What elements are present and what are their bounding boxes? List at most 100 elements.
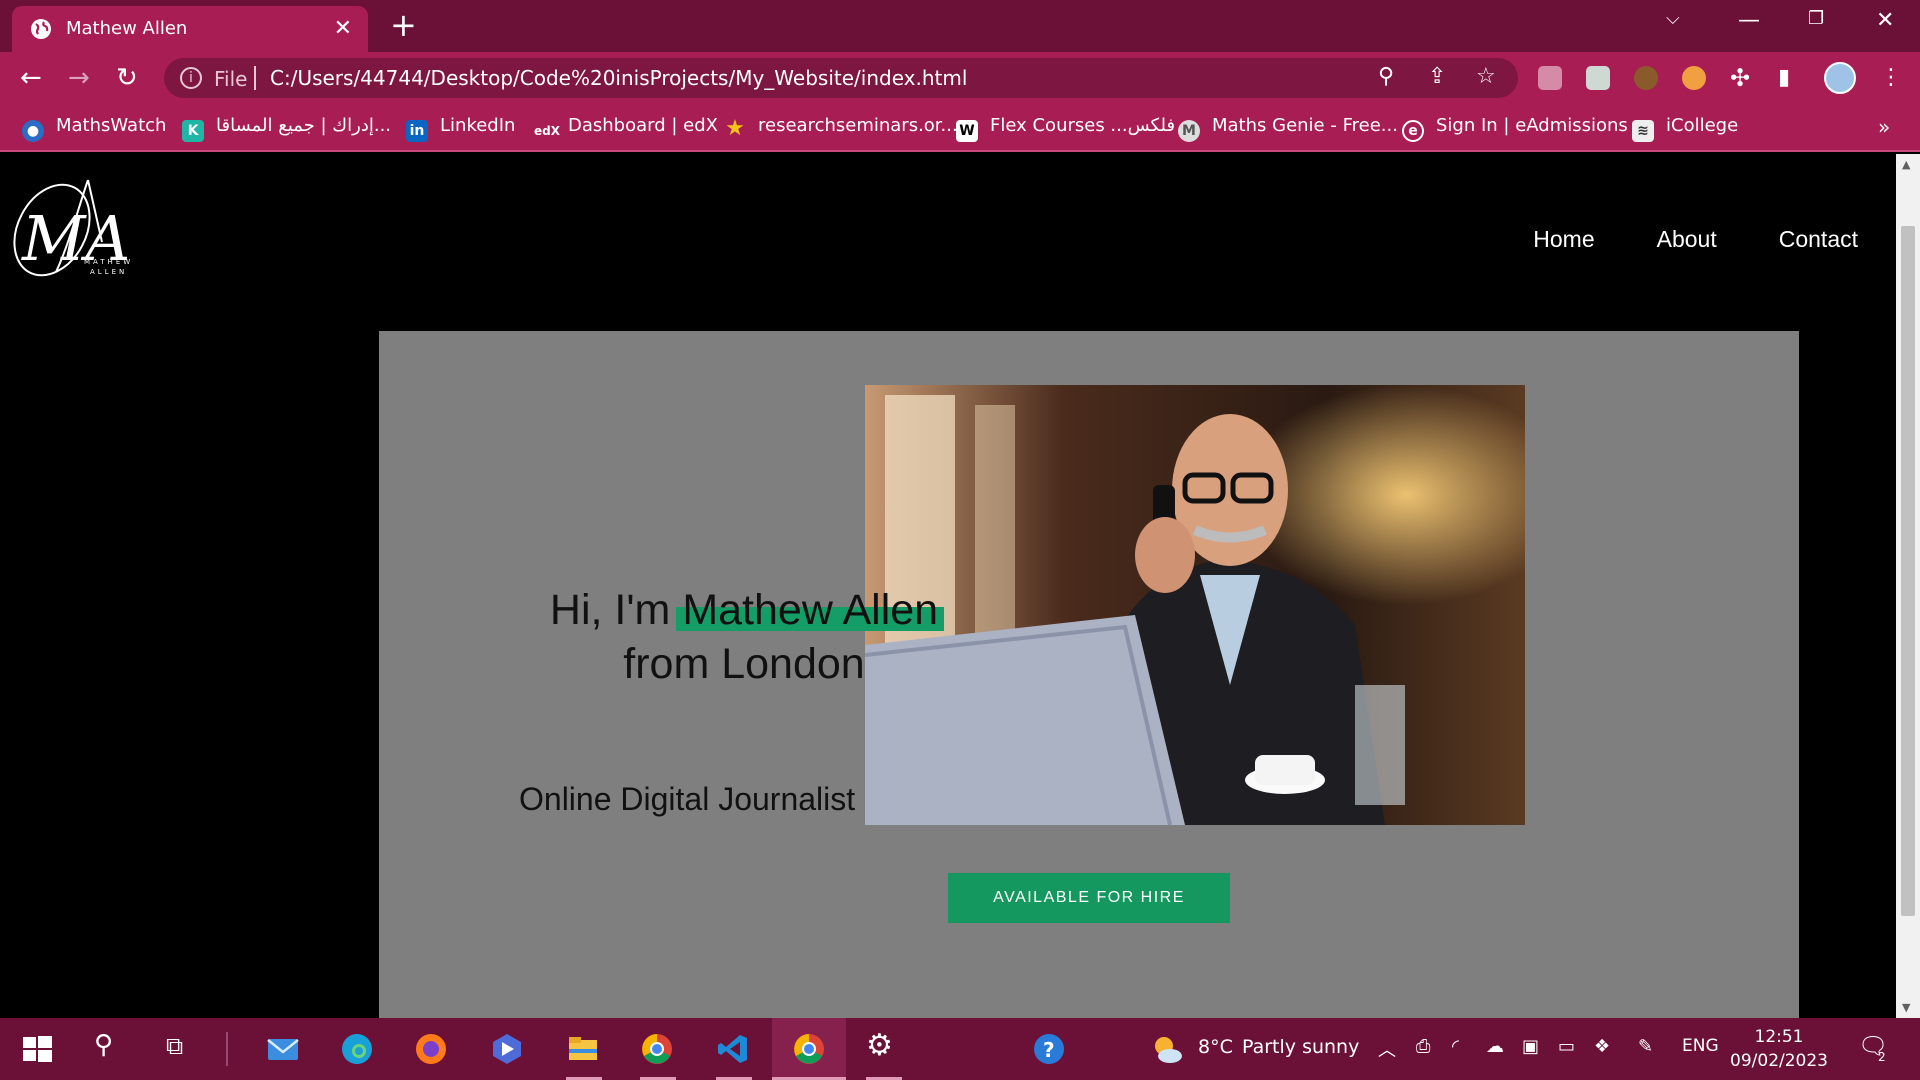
- zoom-icon[interactable]: ⚲: [1378, 64, 1394, 89]
- browser-toolbar: ← → ↻ i File C:/Users/44744/Desktop/Code…: [0, 52, 1920, 104]
- firefox-icon[interactable]: [414, 1032, 448, 1066]
- tray-overflow-icon[interactable]: ︿: [1378, 1036, 1396, 1062]
- hero-name: Mathew Allen: [676, 583, 944, 637]
- page-viewport: MA MATHEW ALLEN Home About Contact Hi, I…: [0, 154, 1896, 1018]
- close-tab-icon[interactable]: ✕: [334, 16, 352, 41]
- chrome-profile-icon[interactable]: [640, 1032, 674, 1066]
- pen-icon[interactable]: ✎: [1638, 1036, 1653, 1057]
- notification-count: 2: [1878, 1050, 1886, 1064]
- battery-icon[interactable]: ▭: [1558, 1036, 1575, 1057]
- dropbox-icon[interactable]: ❖: [1594, 1036, 1610, 1057]
- edraak-icon: K: [182, 120, 204, 142]
- bookmark-edx[interactable]: edX Dashboard | edX: [534, 115, 718, 142]
- windows-start-icon[interactable]: [20, 1032, 54, 1066]
- power-automate-icon[interactable]: [490, 1032, 524, 1066]
- nav-home[interactable]: Home: [1533, 226, 1594, 253]
- tab-strip: Mathew Allen ✕ + ⌵ — ❐ ✕: [0, 0, 1920, 52]
- nav-contact[interactable]: Contact: [1779, 226, 1858, 253]
- mathsgenie-icon: M: [1178, 120, 1200, 142]
- svg-text:MATHEW: MATHEW: [84, 258, 133, 266]
- url-text[interactable]: C:/Users/44744/Desktop/Code%20inisProjec…: [270, 66, 967, 90]
- help-icon[interactable]: ?: [1032, 1032, 1066, 1066]
- extension-icon-4[interactable]: [1682, 66, 1706, 90]
- bookmark-maths-genie[interactable]: M Maths Genie - Free...: [1178, 115, 1398, 142]
- browser-tab[interactable]: Mathew Allen ✕: [12, 6, 368, 52]
- available-for-hire-button[interactable]: AVAILABLE FOR HIRE: [948, 873, 1230, 923]
- hero-section: Hi, I'm Mathew Allen from London Online …: [379, 331, 1799, 1018]
- star-icon: ★: [725, 116, 745, 141]
- onedrive-icon[interactable]: ☁: [1486, 1036, 1504, 1057]
- bookmark-linkedin[interactable]: in LinkedIn: [406, 115, 515, 142]
- edx-icon: edX: [534, 124, 560, 138]
- url-divider: [254, 66, 256, 90]
- site-nav: Home About Contact: [1533, 226, 1858, 253]
- address-bar[interactable]: i File C:/Users/44744/Desktop/Code%20ini…: [164, 58, 1518, 98]
- page-scrollbar[interactable]: ▲ ▼: [1896, 154, 1920, 1018]
- new-tab-button[interactable]: +: [390, 8, 417, 42]
- svg-text:?: ?: [1043, 1038, 1055, 1062]
- puzzle-extensions-icon[interactable]: ✣: [1730, 64, 1750, 92]
- minimize-button[interactable]: —: [1738, 8, 1760, 33]
- url-scheme: File: [214, 67, 248, 91]
- weather-temp[interactable]: 8°C: [1198, 1036, 1233, 1058]
- search-icon[interactable]: ⚲: [94, 1030, 113, 1060]
- partly-sunny-icon[interactable]: [1150, 1032, 1184, 1066]
- bookmark-mathswatch[interactable]: ● MathsWatch: [22, 115, 166, 142]
- svg-text:ALLEN: ALLEN: [90, 268, 127, 276]
- taskbar: ⚲ ⧉ ⚙ ? 8°C Partly sunny ︿ ⎙ ◜ ☁ ▣ ▭ ❖ ✎: [0, 1018, 1920, 1080]
- bookmark-flex-courses[interactable]: W Flex Courses ...فلكس: [956, 115, 1175, 142]
- linkedin-icon: in: [406, 120, 428, 142]
- reload-button[interactable]: ↻: [116, 64, 138, 92]
- settings-gear-icon[interactable]: ⚙: [866, 1028, 893, 1063]
- taskbar-divider: [226, 1032, 228, 1066]
- menu-icon[interactable]: ⋮: [1880, 64, 1902, 92]
- bookmarks-bar: ● MathsWatch K إدراك | جميع المساقا... in L…: [0, 104, 1920, 152]
- tab-title: Mathew Allen: [66, 18, 188, 39]
- display-icon[interactable]: ▣: [1522, 1036, 1539, 1057]
- icollege-icon: ≋: [1632, 120, 1654, 142]
- eadmissions-icon: e: [1402, 120, 1424, 142]
- hero-greeting: Hi, I'm: [549, 586, 671, 634]
- profile-avatar[interactable]: [1824, 62, 1856, 94]
- bookmark-edraak[interactable]: K إدراك | جميع المساقا...: [182, 115, 391, 142]
- scrollbar-thumb[interactable]: [1901, 226, 1915, 916]
- mail-icon[interactable]: [266, 1032, 300, 1066]
- bookmark-researchseminars[interactable]: ★ researchseminars.or...: [724, 115, 958, 140]
- cookie-extension-icon[interactable]: [1634, 66, 1658, 90]
- restore-button[interactable]: ❐: [1808, 8, 1824, 29]
- back-button[interactable]: ←: [20, 64, 42, 92]
- vscode-icon[interactable]: [716, 1032, 750, 1066]
- more-bookmarks-icon[interactable]: »: [1878, 115, 1890, 139]
- task-view-icon[interactable]: ⧉: [166, 1032, 183, 1060]
- globe-icon: [31, 19, 51, 39]
- extension-icon-2[interactable]: [1586, 66, 1610, 90]
- bookmark-icollege[interactable]: ≋ iCollege: [1632, 115, 1738, 142]
- scroll-up-icon[interactable]: ▲: [1902, 158, 1910, 171]
- site-logo[interactable]: MA MATHEW ALLEN: [10, 172, 162, 284]
- clock-date: 09/02/2023: [1730, 1051, 1828, 1071]
- bookmark-star-icon[interactable]: ☆: [1476, 64, 1496, 89]
- nav-about[interactable]: About: [1657, 226, 1717, 253]
- clock-time: 12:51: [1754, 1027, 1804, 1047]
- hero-headline: Hi, I'm Mathew Allen from London: [474, 583, 1014, 691]
- bookmark-eadmissions[interactable]: e Sign In | eAdmissions: [1402, 115, 1628, 142]
- hero-role: Online Digital Journalist: [519, 781, 856, 817]
- tab-search-icon[interactable]: ⌵: [1666, 8, 1680, 29]
- network-icon[interactable]: ◜: [1452, 1036, 1459, 1057]
- scroll-down-icon[interactable]: ▼: [1902, 1001, 1910, 1014]
- weather-text[interactable]: Partly sunny: [1242, 1036, 1359, 1058]
- mathswatch-icon: ●: [22, 120, 44, 142]
- w-icon: W: [956, 120, 978, 142]
- share-icon[interactable]: ⇪: [1428, 64, 1446, 89]
- file-explorer-icon[interactable]: [566, 1032, 600, 1066]
- forward-button[interactable]: →: [68, 64, 90, 92]
- site-info-icon[interactable]: i: [180, 67, 202, 89]
- language-indicator[interactable]: ENG: [1682, 1036, 1719, 1056]
- side-panel-icon[interactable]: ▮: [1778, 64, 1790, 92]
- edge-icon[interactable]: [340, 1032, 374, 1066]
- extension-icon-1[interactable]: [1538, 66, 1562, 90]
- clock[interactable]: 12:51 09/02/2023: [1730, 1025, 1828, 1073]
- chrome-icon[interactable]: [792, 1032, 826, 1066]
- close-window-button[interactable]: ✕: [1876, 8, 1894, 33]
- meet-icon[interactable]: ⎙: [1416, 1036, 1430, 1057]
